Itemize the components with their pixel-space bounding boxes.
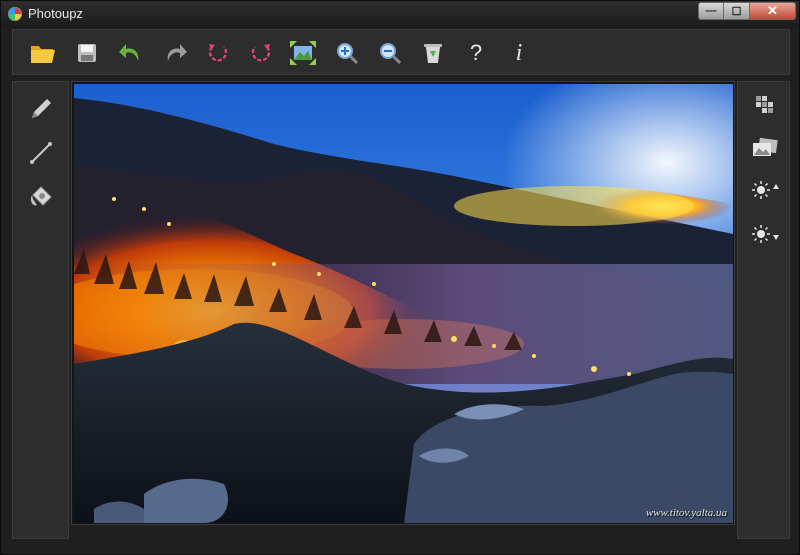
maximize-button[interactable]: ☐ xyxy=(724,2,750,20)
zoom-out-button[interactable] xyxy=(376,39,404,67)
paint-bucket-icon xyxy=(30,186,52,206)
window-title: Photoupz xyxy=(28,6,83,21)
status-bar xyxy=(12,541,790,551)
paint-bucket-tool[interactable] xyxy=(25,182,57,212)
brightness-up-tool[interactable] xyxy=(749,175,781,205)
recycle-bin-button[interactable] xyxy=(419,39,447,67)
zoom-in-icon xyxy=(337,43,359,65)
pencil-icon xyxy=(32,99,51,118)
photos-tool[interactable] xyxy=(749,133,781,163)
right-tool-panel xyxy=(737,81,790,539)
mosaic-tool[interactable] xyxy=(749,90,781,120)
minimize-button[interactable]: — xyxy=(698,2,724,20)
rotate-right-icon xyxy=(251,44,271,62)
line-tool[interactable] xyxy=(25,138,57,168)
app-logo-icon xyxy=(8,7,22,21)
zoom-out-icon xyxy=(380,43,402,65)
help-button[interactable]: ? xyxy=(462,39,490,67)
brightness-up-icon xyxy=(752,181,779,199)
brightness-down-icon xyxy=(752,225,779,243)
undo-icon xyxy=(119,44,139,61)
photo-watermark: www.titov.yalta.ua xyxy=(645,507,727,519)
photo-image xyxy=(74,84,733,523)
title-bar[interactable]: Photoupz — ☐ ✕ xyxy=(1,1,799,27)
app-window: Photoupz — ☐ ✕ ? i www.titov.yalta.ua xyxy=(0,0,800,555)
rotate-right-button[interactable] xyxy=(247,39,275,67)
rotate-left-icon xyxy=(208,44,228,62)
fit-to-window-icon xyxy=(290,41,316,65)
save-button[interactable] xyxy=(73,39,101,67)
close-button[interactable]: ✕ xyxy=(750,2,796,20)
main-toolbar: ? i xyxy=(12,29,790,75)
zoom-in-button[interactable] xyxy=(333,39,361,67)
fit-to-window-button[interactable] xyxy=(289,39,317,67)
brightness-down-tool[interactable] xyxy=(749,219,781,249)
mosaic-icon xyxy=(756,96,773,113)
open-folder-button[interactable] xyxy=(29,39,57,67)
redo-button[interactable] xyxy=(161,39,189,67)
redo-icon xyxy=(167,44,187,61)
image-canvas[interactable]: www.titov.yalta.ua xyxy=(71,81,735,525)
window-controls: — ☐ ✕ xyxy=(698,2,796,20)
undo-button[interactable] xyxy=(117,39,145,67)
save-icon xyxy=(78,44,96,62)
left-tool-panel xyxy=(12,81,69,539)
pencil-tool[interactable] xyxy=(25,94,57,124)
recycle-bin-icon xyxy=(424,44,442,63)
info-button[interactable]: i xyxy=(505,39,533,67)
line-icon xyxy=(30,142,52,164)
open-folder-icon xyxy=(31,46,55,63)
rotate-left-button[interactable] xyxy=(204,39,232,67)
photos-icon xyxy=(753,137,778,156)
photo-forest-fire: www.titov.yalta.ua xyxy=(74,84,733,523)
